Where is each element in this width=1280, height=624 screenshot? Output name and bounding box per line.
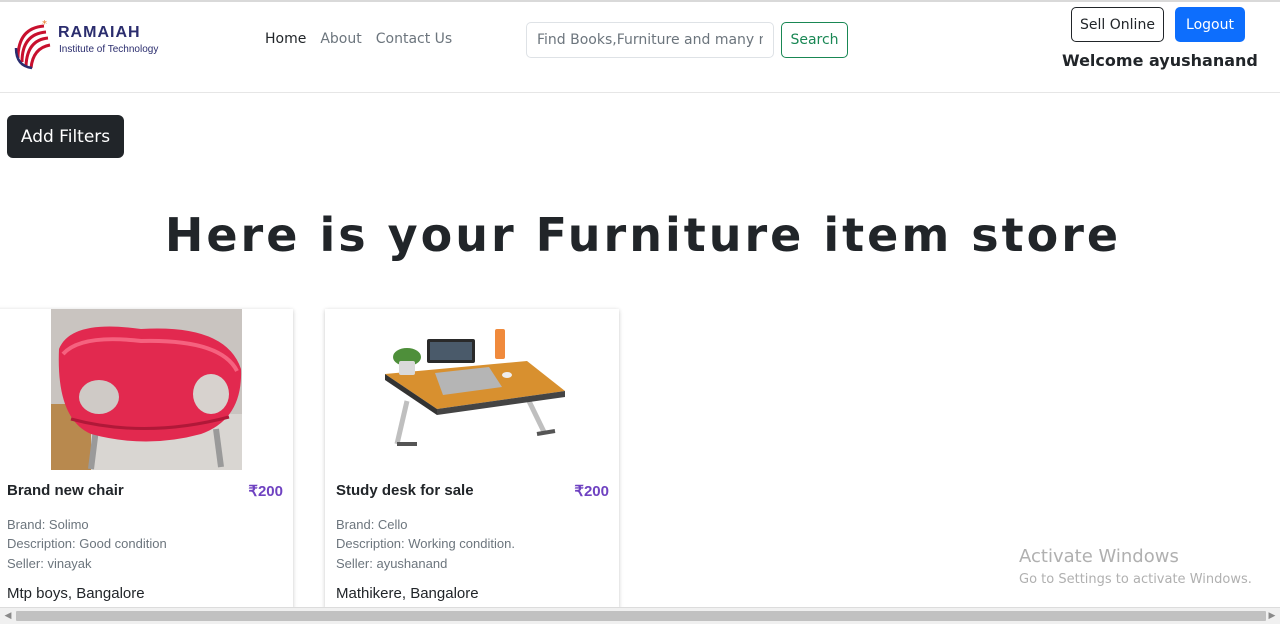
- card-price: ₹200: [574, 483, 609, 500]
- study-desk-image: [377, 309, 573, 459]
- svg-text:*: *: [42, 19, 47, 30]
- activate-windows-watermark: Activate Windows Go to Settings to activ…: [1019, 546, 1252, 587]
- chair-image: [51, 309, 242, 470]
- card-brand: Brand: Solimo: [7, 517, 89, 532]
- card-description: Description: Working condition.: [336, 536, 515, 551]
- main-nav: Home About Contact Us: [265, 31, 452, 47]
- card-seller: Seller: ayushanand: [336, 556, 448, 571]
- card-price: ₹200: [248, 483, 283, 500]
- scroll-right-icon[interactable]: ▶: [1265, 611, 1279, 622]
- welcome-message: Welcome ayushanand: [1062, 51, 1258, 70]
- scrollbar-thumb[interactable]: [16, 611, 1266, 621]
- navbar: * RAMAIAH Institute of Technology Home A…: [0, 2, 1280, 93]
- ramaiah-logo[interactable]: * RAMAIAH Institute of Technology: [14, 16, 174, 70]
- card-title: Study desk for sale: [336, 482, 474, 499]
- logo-subtitle: Institute of Technology: [59, 44, 159, 55]
- page-title: Here is your Furniture item store: [164, 208, 1122, 262]
- horizontal-scrollbar[interactable]: ◀ ▶: [0, 607, 1280, 624]
- nav-home[interactable]: Home: [265, 31, 306, 47]
- card-location: Mathikere, Bangalore: [336, 585, 479, 602]
- watermark-subtitle: Go to Settings to activate Windows.: [1019, 572, 1252, 587]
- watermark-title: Activate Windows: [1019, 546, 1179, 567]
- product-card[interactable]: Brand new chair ₹200 Brand: Solimo Descr…: [0, 309, 293, 609]
- card-description: Description: Good condition: [7, 536, 167, 551]
- card-brand: Brand: Cello: [336, 517, 408, 532]
- card-location: Mtp boys, Bangalore: [7, 585, 145, 602]
- scroll-left-icon[interactable]: ◀: [1, 611, 15, 622]
- nav-about[interactable]: About: [320, 31, 361, 47]
- sell-online-button[interactable]: Sell Online: [1071, 7, 1164, 42]
- card-seller: Seller: vinayak: [7, 556, 92, 571]
- card-title: Brand new chair: [7, 482, 124, 499]
- search-button[interactable]: Search: [781, 22, 848, 58]
- logout-button[interactable]: Logout: [1175, 7, 1245, 42]
- search-input[interactable]: [526, 22, 774, 58]
- ramaiah-emblem-icon: *: [14, 19, 51, 70]
- add-filters-button[interactable]: Add Filters: [7, 115, 124, 158]
- nav-contact-us[interactable]: Contact Us: [376, 31, 452, 47]
- product-card[interactable]: Study desk for sale ₹200 Brand: Cello De…: [325, 309, 619, 609]
- logo-title: RAMAIAH: [58, 24, 141, 41]
